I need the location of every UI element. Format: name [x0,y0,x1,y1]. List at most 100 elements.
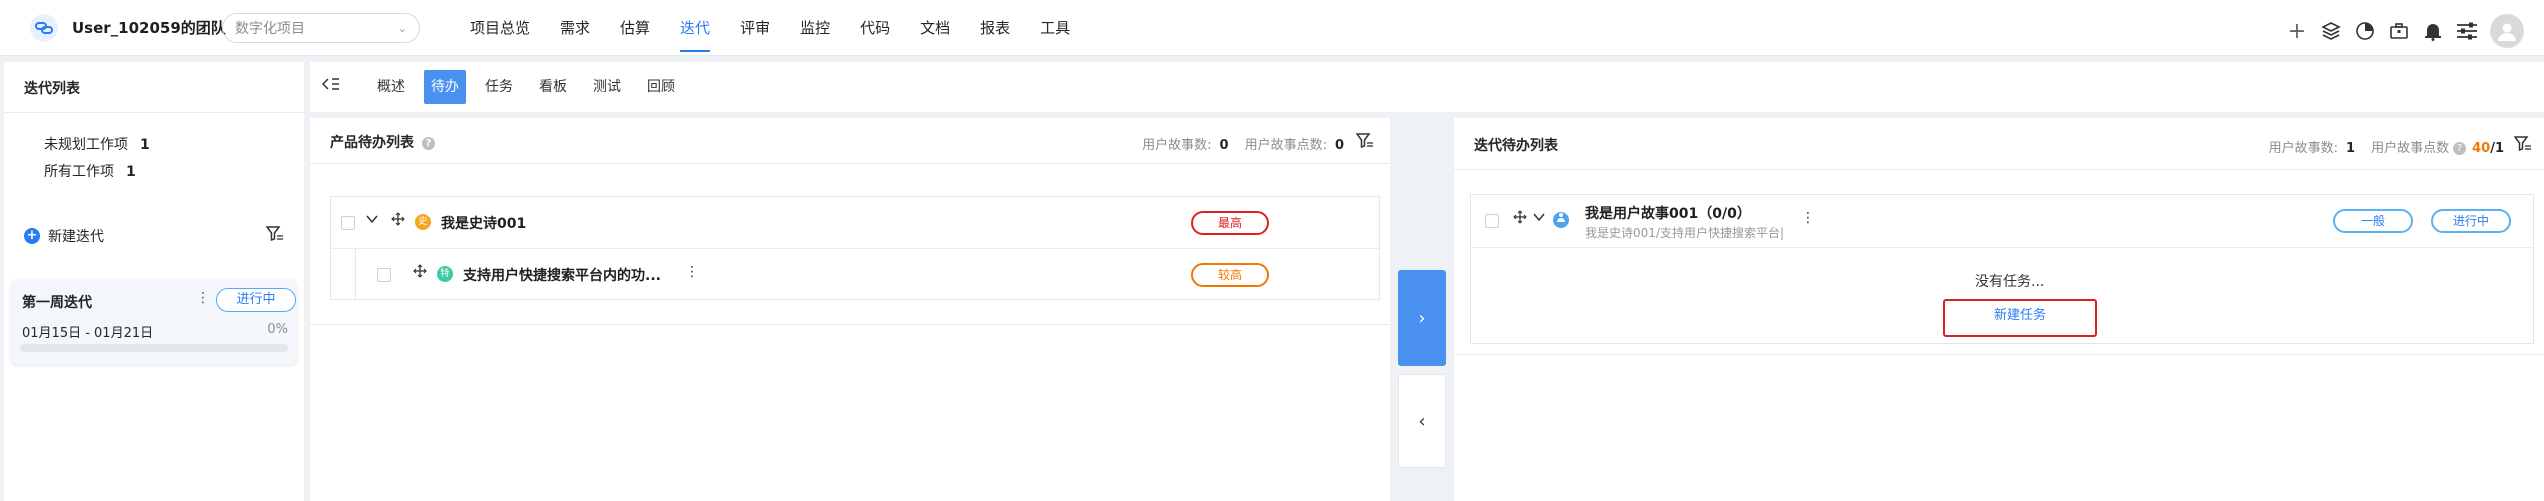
help-icon[interactable]: ? [2453,142,2467,155]
row-checkbox[interactable] [341,216,355,230]
chevron-down-icon[interactable] [365,212,379,230]
epic-group: 史 我是史诗001 最高 特 支持用户快捷搜索平台内的功... ⋮ 较高 [330,196,1380,301]
drag-handle-icon[interactable] [413,264,427,282]
story-points-stat: 用户故事点数: 0 [1244,138,1344,153]
empty-tasks-text: 没有任务... [1975,274,2045,290]
new-task-button[interactable]: 新建任务 [1943,299,2097,337]
epic-type-icon: 史 [415,214,431,230]
story-points-stat: 用户故事点数? 40/1 [2371,141,2504,156]
plus-icon[interactable]: + [2286,19,2308,44]
row-checkbox[interactable] [377,268,391,282]
iteration-progress-bar [20,344,288,352]
drag-handle-icon[interactable] [391,212,405,230]
story-row[interactable]: 我是用户故事001（0/0） 我是史诗001/支持用户快捷搜索平台| ⋮ 一般 … [1471,195,2533,247]
move-to-iteration-button[interactable]: › [1398,270,1446,366]
nav-item-reports[interactable]: 报表 [980,0,1010,56]
epic-title[interactable]: 我是史诗001 [441,213,526,233]
team-name[interactable]: User_102059的团队 [72,17,226,38]
unplanned-items-link[interactable]: 未规划工作项 1 [44,134,150,154]
nav-item-overview[interactable]: 项目总览 [470,0,530,56]
more-vertical-icon[interactable]: ⋮ [196,290,210,306]
filter-icon[interactable] [265,226,284,246]
product-backlog-stats: 用户故事数: 0 用户故事点数: 0 [1142,134,1344,153]
product-backlog-header: 产品待办列表? 用户故事数: 0 用户故事点数: 0 [310,118,1390,164]
plus-circle-icon: + [24,228,40,244]
story-group: 我是用户故事001（0/0） 我是史诗001/支持用户快捷搜索平台| ⋮ 一般 … [1470,194,2534,344]
iteration-backlog-panel: 迭代待办列表 用户故事数: 1 用户故事点数? 40/1 我是用户故事001（0/0… [1454,118,2544,501]
new-iteration-label: 新建迭代 [48,229,104,245]
epic-row[interactable]: 史 我是史诗001 最高 [331,197,1379,249]
divider [310,324,1390,325]
filter-icon[interactable] [2513,136,2532,156]
tab-overview[interactable]: 概述 [370,70,412,104]
divider [4,112,304,113]
tab-tasks[interactable]: 任务 [478,70,520,104]
divider [1471,247,2533,248]
new-iteration-button[interactable]: + 新建迭代 [24,226,104,246]
story-priority-badge[interactable]: 一般 [2333,209,2413,233]
bell-icon[interactable] [2422,20,2444,42]
filter-icon[interactable] [1355,133,1374,153]
top-bar: User_102059的团队 数字化项目 ⌄ 项目总览 需求 估算 迭代 评审 … [0,0,2544,56]
nav-item-code[interactable]: 代码 [860,0,890,56]
tabs: 概述 待办 任务 看板 测试 回顾 [370,70,694,104]
iteration-progress-text: 0% [267,322,288,337]
unplanned-items-label: 未规划工作项 [44,137,128,153]
row-checkbox[interactable] [1485,214,1499,228]
nav-item-estimation[interactable]: 估算 [620,0,650,56]
briefcase-icon[interactable] [2388,20,2410,42]
nav-item-iteration[interactable]: 迭代 [680,0,711,56]
nav-item-monitor[interactable]: 监控 [800,0,830,56]
chevron-down-icon[interactable] [1533,210,1545,228]
chevron-left-icon: ‹ [1418,410,1426,432]
priority-badge-highest[interactable]: 最高 [1191,211,1269,235]
story-title[interactable]: 我是用户故事001（0/0） [1585,203,1751,223]
tree-guide-line [355,249,356,301]
tab-backlog[interactable]: 待办 [424,70,466,104]
story-status-badge[interactable]: 进行中 [2431,209,2511,233]
more-vertical-icon[interactable]: ⋮ [685,264,699,280]
sidebar-title: 迭代列表 [24,81,80,97]
move-to-product-backlog-button[interactable]: ‹ [1398,374,1446,468]
feature-type-icon: 特 [437,266,453,282]
product-backlog-title: 产品待办列表? [330,132,435,152]
help-icon[interactable]: ? [422,137,435,150]
more-vertical-icon[interactable]: ⋮ [1801,210,1815,226]
tab-retrospective[interactable]: 回顾 [640,70,682,104]
iteration-name: 第一周迭代 [22,295,92,311]
iteration-backlog-title: 迭代待办列表 [1474,138,1558,154]
layers-icon[interactable] [2320,20,2342,42]
nav-item-tools[interactable]: 工具 [1040,0,1070,56]
iteration-dates: 01月15日 - 01月21日 [22,326,154,341]
team-logo-icon[interactable] [30,14,58,42]
chevron-down-icon: ⌄ [397,21,407,35]
story-count-stat: 用户故事数: 0 [1142,138,1229,153]
main-nav: 项目总览 需求 估算 迭代 评审 监控 代码 文档 报表 工具 [470,0,1100,56]
unplanned-items-count: 1 [140,137,150,153]
project-select[interactable]: 数字化项目 ⌄ [222,13,420,43]
all-items-count: 1 [126,164,136,180]
nav-item-docs[interactable]: 文档 [920,0,950,56]
project-select-value: 数字化项目 [235,21,305,37]
pie-chart-icon[interactable] [2354,20,2376,42]
tab-testing[interactable]: 测试 [586,70,628,104]
all-items-link[interactable]: 所有工作项 1 [44,161,136,181]
nav-item-requirements[interactable]: 需求 [560,0,590,56]
tab-board[interactable]: 看板 [532,70,574,104]
chevron-right-icon: › [1418,307,1426,329]
all-items-label: 所有工作项 [44,164,114,180]
divider [1454,354,2544,355]
drag-handle-icon[interactable] [1513,210,1527,228]
user-avatar[interactable] [2490,14,2524,48]
iteration-backlog-header: 迭代待办列表 用户故事数: 1 用户故事点数? 40/1 [1454,118,2544,170]
feature-row[interactable]: 特 支持用户快捷搜索平台内的功... ⋮ 较高 [331,249,1379,301]
nav-item-review[interactable]: 评审 [740,0,770,56]
feature-title[interactable]: 支持用户快捷搜索平台内的功... [463,265,661,285]
iteration-card[interactable]: 第一周迭代 ⋮ 进行中 01月15日 - 01月21日 0% [12,280,296,364]
settings-sliders-icon[interactable] [2456,20,2478,42]
iteration-backlog-stats: 用户故事数: 1 用户故事点数? 40/1 [2269,137,2504,156]
iteration-status-badge[interactable]: 进行中 [216,288,296,312]
collapse-sidebar-icon[interactable] [321,77,340,95]
product-backlog-panel: 产品待办列表? 用户故事数:0 用户故事点数:0 史 我是史诗001 最高 [310,118,1390,501]
priority-badge-high[interactable]: 较高 [1191,263,1269,287]
